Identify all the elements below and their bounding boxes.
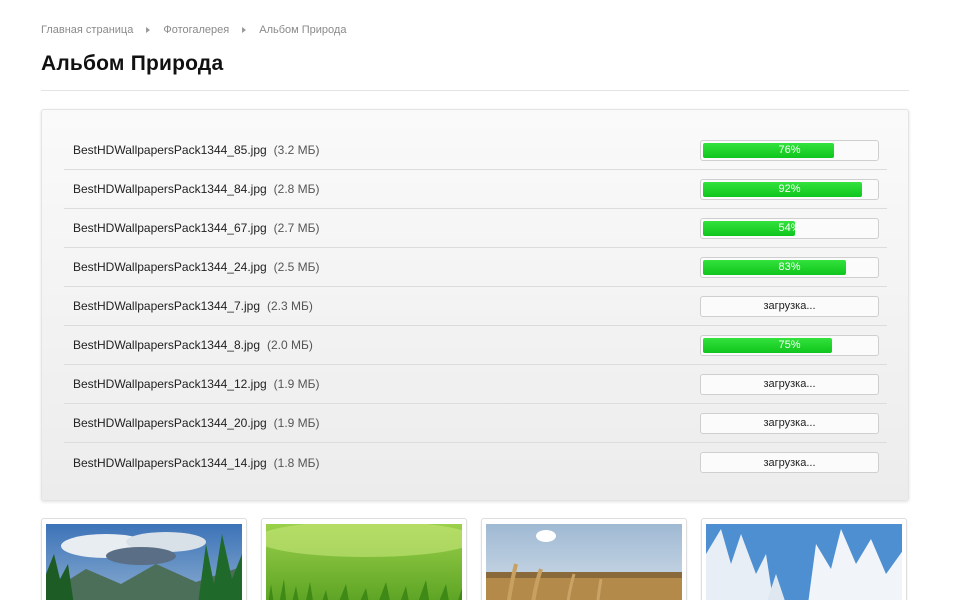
- progress-percent: 75%: [778, 339, 801, 351]
- loading-status: загрузка...: [763, 456, 816, 469]
- file-name: BestHDWallpapersPack1344_85.jpg: [73, 143, 267, 157]
- upload-row: BestHDWallpapersPack1344_20.jpg (1.9 МБ) з…: [64, 404, 887, 443]
- progress-percent: 83%: [778, 261, 801, 273]
- snowy-trees-photo: [706, 524, 902, 600]
- file-name: BestHDWallpapersPack1344_67.jpg: [73, 221, 267, 235]
- upload-progress-bar: 54%: [700, 217, 879, 239]
- file-name: BestHDWallpapersPack1344_20.jpg: [73, 416, 267, 430]
- upload-row: BestHDWallpapersPack1344_8.jpg (2.0 МБ) 75…: [64, 326, 887, 365]
- mountain-forest-photo: [46, 524, 242, 600]
- file-name: BestHDWallpapersPack1344_12.jpg: [73, 377, 267, 391]
- upload-row: BestHDWallpapersPack1344_24.jpg (2.5 МБ) 8…: [64, 248, 887, 287]
- upload-row: BestHDWallpapersPack1344_12.jpg (1.9 МБ) з…: [64, 365, 887, 404]
- grass-meadow-photo: [266, 524, 462, 600]
- thumbnail-grass-meadow[interactable]: [261, 518, 467, 600]
- breadcrumb-arrow-icon: [242, 27, 247, 33]
- page-title: Альбом Природа: [41, 52, 224, 75]
- file-size: (1.8 МБ): [273, 455, 320, 470]
- upload-row: BestHDWallpapersPack1344_7.jpg (2.3 МБ) за…: [64, 287, 887, 326]
- upload-row: BestHDWallpapersPack1344_84.jpg (2.8 МБ) 9…: [64, 170, 887, 209]
- upload-row: BestHDWallpapersPack1344_85.jpg (3.2 МБ) 7…: [64, 131, 887, 170]
- file-info: BestHDWallpapersPack1344_84.jpg (2.8 МБ): [64, 182, 320, 196]
- wheat-field-photo: [486, 524, 682, 600]
- file-info: BestHDWallpapersPack1344_7.jpg (2.3 МБ): [64, 299, 313, 313]
- upload-progress-bar: загрузка...: [700, 412, 879, 434]
- file-name: BestHDWallpapersPack1344_14.jpg: [73, 455, 267, 470]
- file-info: BestHDWallpapersPack1344_67.jpg (2.7 МБ): [64, 221, 320, 235]
- breadcrumb-arrow-icon: [146, 27, 151, 33]
- upload-panel: BestHDWallpapersPack1344_85.jpg (3.2 МБ) 7…: [41, 109, 909, 501]
- upload-progress-bar: загрузка...: [700, 373, 879, 395]
- file-size: (1.9 МБ): [273, 377, 320, 391]
- progress-percent: 92%: [778, 183, 801, 195]
- loading-status: загрузка...: [763, 300, 816, 312]
- thumbnail-snowy-trees[interactable]: [701, 518, 907, 600]
- file-name: BestHDWallpapersPack1344_7.jpg: [73, 299, 260, 313]
- file-size: (3.2 МБ): [273, 143, 320, 157]
- file-name: BestHDWallpapersPack1344_8.jpg: [73, 338, 260, 352]
- upload-progress-bar: загрузка...: [700, 452, 879, 473]
- upload-list: BestHDWallpapersPack1344_85.jpg (3.2 МБ) 7…: [64, 131, 887, 482]
- loading-status: загрузка...: [763, 417, 816, 429]
- thumbnail-wheat-field[interactable]: [481, 518, 687, 600]
- photo-thumbnails: [41, 518, 907, 600]
- breadcrumb: Главная страница Фотогалерея Альбом Прир…: [41, 24, 346, 36]
- file-size: (2.0 МБ): [267, 338, 313, 352]
- file-size: (2.8 МБ): [273, 182, 320, 196]
- file-size: (2.5 МБ): [273, 260, 320, 274]
- file-name: BestHDWallpapersPack1344_84.jpg: [73, 182, 267, 196]
- loading-status: загрузка...: [763, 378, 816, 390]
- file-info: BestHDWallpapersPack1344_8.jpg (2.0 МБ): [64, 338, 313, 352]
- breadcrumb-home-link[interactable]: Главная страница: [41, 24, 133, 36]
- upload-row: BestHDWallpapersPack1344_14.jpg (1.8 МБ) з…: [64, 443, 887, 482]
- file-size: (1.9 МБ): [273, 416, 320, 430]
- file-info: BestHDWallpapersPack1344_20.jpg (1.9 МБ): [64, 416, 320, 430]
- file-size: (2.3 МБ): [267, 299, 313, 313]
- thumbnail-mountain-forest[interactable]: [41, 518, 247, 600]
- file-info: BestHDWallpapersPack1344_85.jpg (3.2 МБ): [64, 143, 320, 157]
- title-divider: [41, 90, 909, 91]
- upload-progress-bar: 83%: [700, 256, 879, 278]
- breadcrumb-gallery-link[interactable]: Фотогалерея: [163, 24, 229, 36]
- upload-progress-bar: 76%: [700, 139, 879, 161]
- file-size: (2.7 МБ): [273, 221, 320, 235]
- progress-percent: 76%: [778, 144, 801, 156]
- upload-row: BestHDWallpapersPack1344_67.jpg (2.7 МБ) 5…: [64, 209, 887, 248]
- upload-progress-bar: 92%: [700, 178, 879, 200]
- upload-progress-bar: загрузка...: [700, 295, 879, 317]
- breadcrumb-current: Альбом Природа: [259, 24, 347, 36]
- file-info: BestHDWallpapersPack1344_12.jpg (1.9 МБ): [64, 377, 320, 391]
- progress-percent: 54%: [778, 222, 801, 234]
- file-info: BestHDWallpapersPack1344_24.jpg (2.5 МБ): [64, 260, 320, 274]
- upload-progress-bar: 75%: [700, 334, 879, 356]
- file-name: BestHDWallpapersPack1344_24.jpg: [73, 260, 267, 274]
- file-info: BestHDWallpapersPack1344_14.jpg (1.8 МБ): [64, 456, 320, 470]
